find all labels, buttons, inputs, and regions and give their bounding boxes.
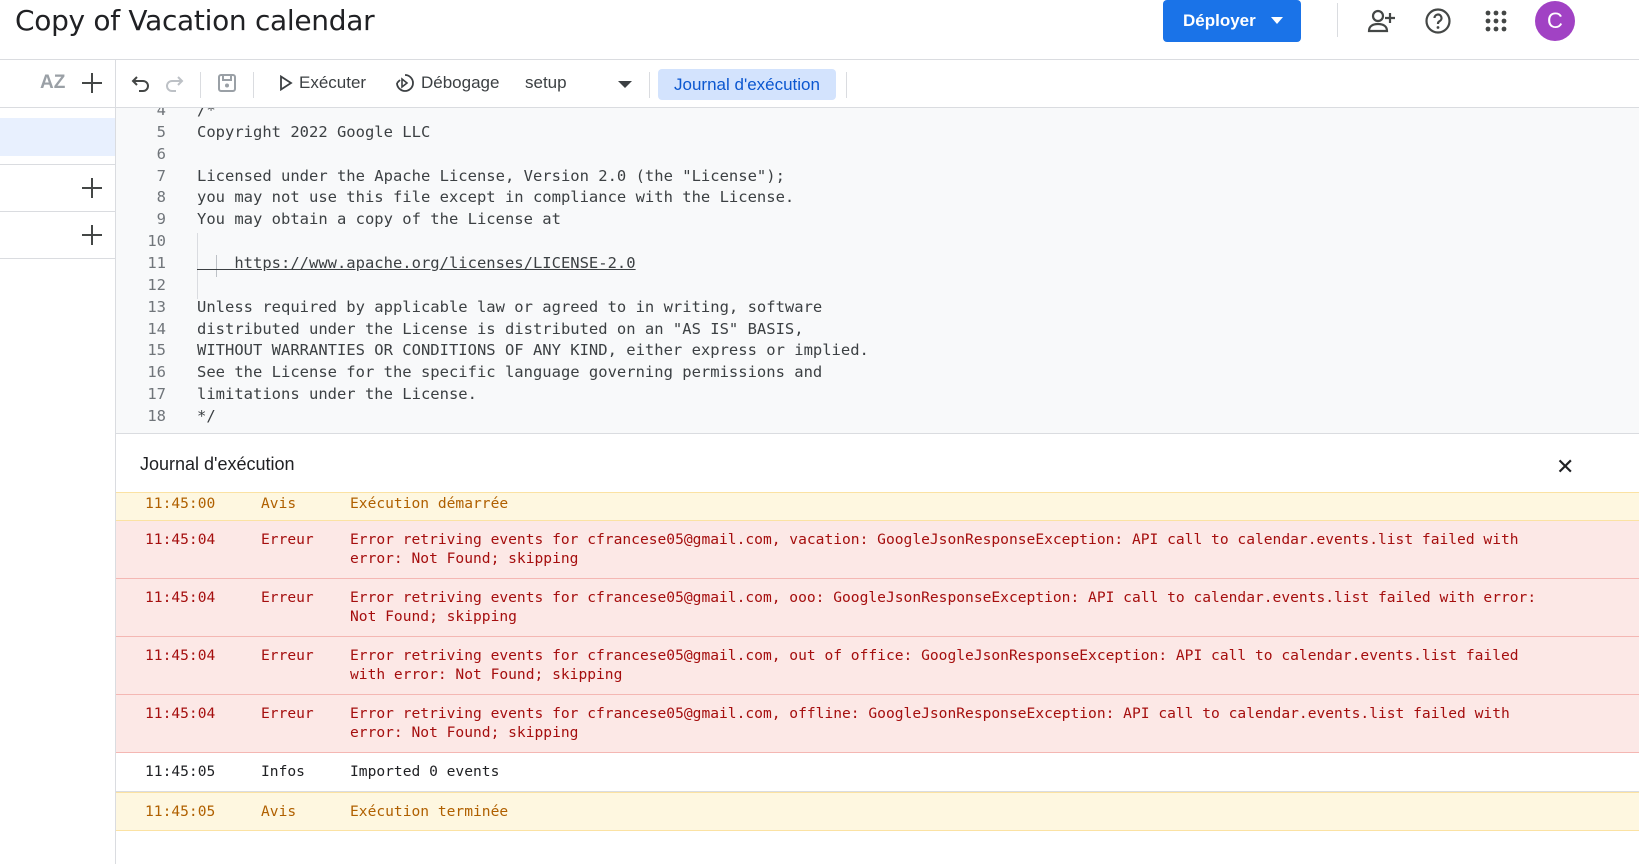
divider xyxy=(0,107,115,108)
line-number: 4 xyxy=(156,108,166,119)
add-file-icon[interactable] xyxy=(81,72,103,94)
code-text: WITHOUT WARRANTIES OR CONDITIONS OF ANY … xyxy=(197,341,869,360)
deploy-button[interactable]: Déployer xyxy=(1163,0,1301,42)
log-time: 11:45:05 xyxy=(145,803,216,820)
code-text: You may obtain a copy of the License at xyxy=(197,210,561,229)
log-entry-error: 11:45:04 Erreur Error retriving events for… xyxy=(116,695,1639,753)
execution-log-label: Journal d'exécution xyxy=(674,74,820,94)
debug-icon xyxy=(396,74,414,92)
line-number: 6 xyxy=(156,144,166,163)
code-text: */ xyxy=(197,406,216,425)
log-entry-notice: 11:45:00 Avis Exécution démarrée xyxy=(116,492,1639,521)
line-number: 9 xyxy=(156,210,166,229)
toolbar-divider xyxy=(649,72,650,98)
code-text: distributed under the License is distrib… xyxy=(197,319,804,338)
code-text: /* xyxy=(197,108,216,119)
log-panel-title: Journal d'exécution xyxy=(140,454,295,474)
log-entry-info: 11:45:05 Infos Imported 0 events xyxy=(116,753,1639,792)
toolbar-divider xyxy=(846,72,847,98)
save-icon[interactable] xyxy=(217,73,237,93)
line-number: 15 xyxy=(147,341,166,360)
log-level: Avis xyxy=(261,495,297,512)
code-text: See the License for the specific languag… xyxy=(197,363,823,382)
toolbar-divider xyxy=(253,72,254,98)
debug-button[interactable]: Débogage xyxy=(395,73,499,93)
divider xyxy=(0,258,115,259)
avatar[interactable]: C xyxy=(1535,1,1575,41)
code-text: limitations under the License. xyxy=(197,385,477,404)
line-number: 5 xyxy=(156,122,166,141)
redo-icon[interactable] xyxy=(164,73,184,93)
log-level: Erreur xyxy=(261,647,314,664)
sort-az-icon[interactable]: AZ xyxy=(40,72,65,94)
code-text: Copyright 2022 Google LLC xyxy=(197,122,431,141)
log-entry-error: 11:45:04 Erreur Error retriving events for… xyxy=(116,637,1639,695)
add-library-icon[interactable] xyxy=(81,177,103,199)
run-label: Exécuter xyxy=(299,73,367,92)
log-message: Error retriving events for cfrancese05@g… xyxy=(350,589,1537,625)
editor-toolbar: Exécuter Débogage setup Journal d'exécut… xyxy=(116,60,1639,108)
chevron-down-icon[interactable] xyxy=(1271,17,1283,24)
log-time: 11:45:04 xyxy=(145,705,216,722)
header-divider xyxy=(1337,3,1338,37)
log-time: 11:45:04 xyxy=(145,531,216,548)
log-message: Exécution démarrée xyxy=(350,495,509,512)
log-entry-notice: 11:45:05 Avis Exécution terminée xyxy=(116,792,1639,831)
log-message: Error retriving events for cfrancese05@g… xyxy=(350,647,1519,683)
undo-icon[interactable] xyxy=(131,73,151,93)
execution-log-button[interactable]: Journal d'exécution xyxy=(658,69,836,100)
apps-grid-icon[interactable] xyxy=(1481,6,1511,36)
function-select[interactable]: setup xyxy=(525,73,567,93)
files-panel: AZ xyxy=(0,60,116,864)
close-icon[interactable]: ✕ xyxy=(1556,454,1574,480)
log-level: Erreur xyxy=(261,589,314,606)
log-message: Error retriving events for cfrancese05@g… xyxy=(350,705,1510,741)
execution-log-panel: Journal d'exécution ✕ 11:45:00 Avis Exécut… xyxy=(116,433,1639,864)
app-header: Copy of Vacation calendar Déployer C xyxy=(0,0,1639,60)
log-message: Error retriving events for cfrancese05@g… xyxy=(350,531,1519,567)
log-level: Erreur xyxy=(261,705,314,722)
log-time: 11:45:00 xyxy=(145,495,216,512)
debug-label: Débogage xyxy=(421,73,500,92)
line-number: 16 xyxy=(147,363,166,382)
line-number: 18 xyxy=(147,406,166,425)
line-number: 14 xyxy=(147,319,166,338)
selected-file-item[interactable] xyxy=(0,118,115,156)
line-number: 10 xyxy=(147,232,166,251)
log-level: Erreur xyxy=(261,531,314,548)
code-text: you may not use this file except in comp… xyxy=(197,188,795,207)
code-text: https://www.apache.org/licenses/LICENSE-… xyxy=(197,253,636,272)
log-time: 11:45:04 xyxy=(145,647,216,664)
code-text: Licensed under the Apache License, Versi… xyxy=(197,166,785,185)
log-message: Imported 0 events xyxy=(350,763,500,780)
line-number: 11 xyxy=(147,253,166,272)
chevron-down-icon[interactable] xyxy=(618,81,632,88)
play-icon xyxy=(280,75,293,91)
log-level: Infos xyxy=(261,763,305,780)
code-editor[interactable]: 4 /* 5 Copyright 2022 Google LLC 6 7 Licensed … xyxy=(116,108,1639,433)
project-title[interactable]: Copy of Vacation calendar xyxy=(15,4,375,37)
help-icon[interactable] xyxy=(1423,6,1453,36)
line-number: 8 xyxy=(156,188,166,207)
deploy-label: Déployer xyxy=(1183,11,1256,30)
line-number: 17 xyxy=(147,385,166,404)
divider xyxy=(0,164,115,165)
divider xyxy=(0,211,115,212)
toolbar-divider xyxy=(200,72,201,98)
run-button[interactable]: Exécuter xyxy=(279,73,366,93)
log-message: Exécution terminée xyxy=(350,803,509,820)
add-service-icon[interactable] xyxy=(81,224,103,246)
log-entry-error: 11:45:04 Erreur Error retriving events for… xyxy=(116,579,1639,637)
log-time: 11:45:04 xyxy=(145,589,216,606)
line-number: 13 xyxy=(147,297,166,316)
code-text: Unless required by applicable law or agr… xyxy=(197,297,823,316)
function-select-value: setup xyxy=(525,73,567,92)
log-level: Avis xyxy=(261,803,297,820)
log-entry-error: 11:45:04 Erreur Error retriving events for… xyxy=(116,521,1639,579)
log-time: 11:45:05 xyxy=(145,763,216,780)
line-number: 7 xyxy=(156,166,166,185)
line-number: 12 xyxy=(147,275,166,294)
add-person-icon[interactable] xyxy=(1366,6,1396,36)
